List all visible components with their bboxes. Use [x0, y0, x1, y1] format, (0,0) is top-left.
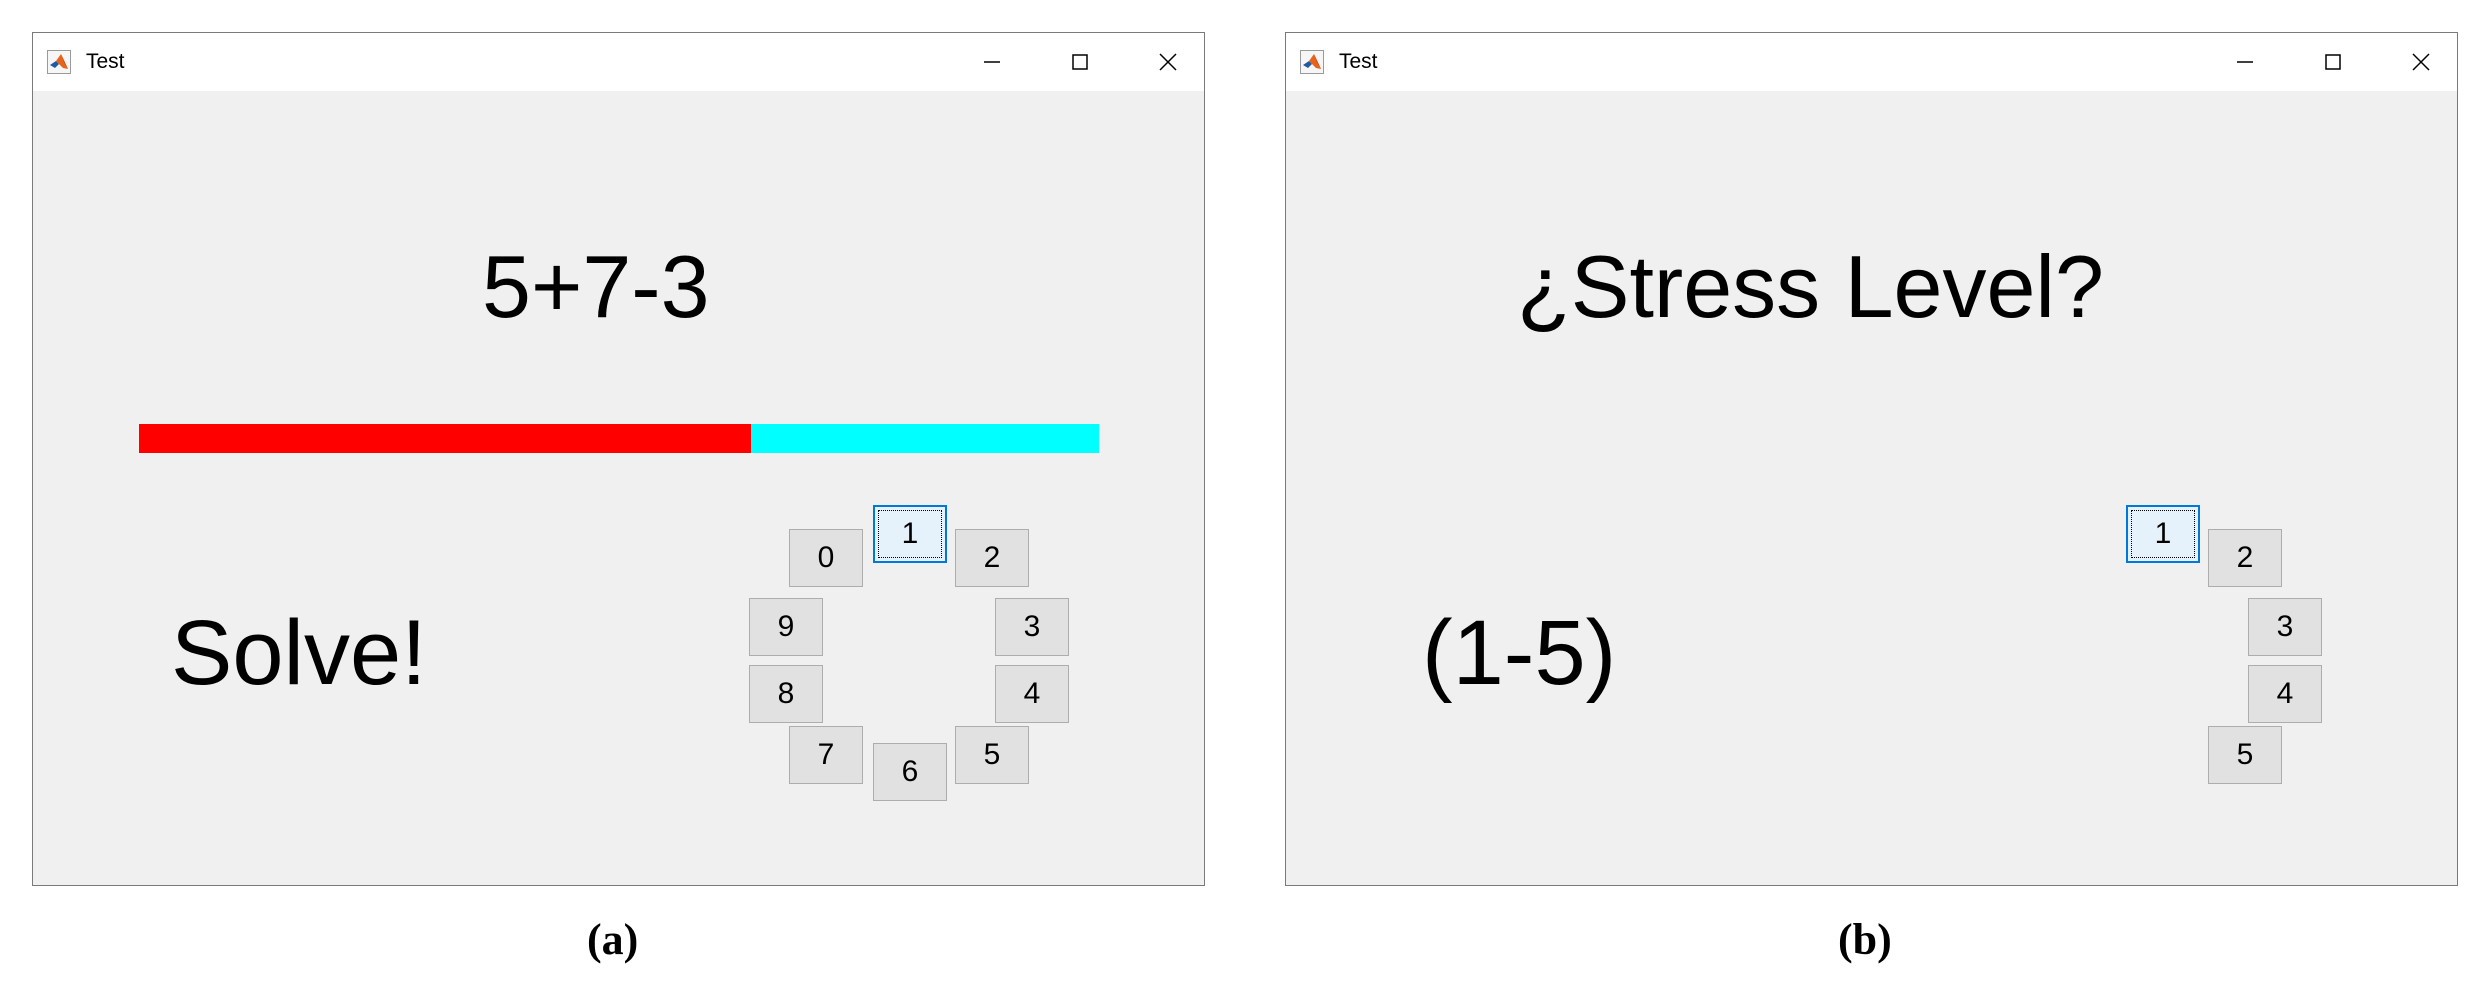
key-8-button[interactable]: 8 — [749, 665, 823, 723]
rating-2-button[interactable]: 2 — [2208, 529, 2282, 587]
key-6-button[interactable]: 6 — [873, 743, 947, 801]
title-bar[interactable]: Test — [1286, 33, 2457, 91]
solve-prompt: Solve! — [171, 602, 427, 704]
close-button[interactable] — [1146, 45, 1190, 79]
key-2-button[interactable]: 2 — [955, 529, 1029, 587]
stress-question: ¿Stress Level? — [1517, 237, 2104, 336]
rating-1-button[interactable]: 1 — [2126, 505, 2200, 563]
key-4-button[interactable]: 4 — [995, 665, 1069, 723]
close-icon — [2412, 53, 2430, 71]
progress-filled — [139, 424, 751, 453]
minimize-button[interactable] — [970, 45, 1014, 79]
matlab-icon — [47, 50, 71, 74]
key-3-button[interactable]: 3 — [995, 598, 1069, 656]
rating-5-button[interactable]: 5 — [2208, 726, 2282, 784]
math-expression: 5+7-3 — [482, 237, 710, 336]
key-5-button[interactable]: 5 — [955, 726, 1029, 784]
maximize-button[interactable] — [1058, 45, 1102, 79]
time-progress-bar — [139, 424, 1099, 453]
key-9-button[interactable]: 9 — [749, 598, 823, 656]
close-button[interactable] — [2399, 45, 2443, 79]
progress-remaining — [750, 424, 1099, 453]
window-b: Test ¿Stress Level? (1-5) 1 2 3 4 5 — [1285, 32, 2458, 886]
minimize-icon — [2237, 61, 2253, 63]
maximize-icon — [2325, 54, 2341, 70]
window-title: Test — [86, 50, 125, 73]
close-icon — [1159, 53, 1177, 71]
scale-range-label: (1-5) — [1422, 602, 1617, 704]
maximize-icon — [1072, 54, 1088, 70]
minimize-button[interactable] — [2223, 45, 2267, 79]
title-bar[interactable]: Test — [33, 33, 1204, 91]
key-0-button[interactable]: 0 — [789, 529, 863, 587]
maximize-button[interactable] — [2311, 45, 2355, 79]
rating-4-button[interactable]: 4 — [2248, 665, 2322, 723]
caption-b: (b) — [1838, 915, 1892, 964]
window-title: Test — [1339, 50, 1378, 73]
window-a: Test 5+7-3 Solve! 0 1 2 3 4 5 6 7 8 9 — [32, 32, 1205, 886]
minimize-icon — [984, 61, 1000, 63]
rating-3-button[interactable]: 3 — [2248, 598, 2322, 656]
key-1-button[interactable]: 1 — [873, 505, 947, 563]
key-7-button[interactable]: 7 — [789, 726, 863, 784]
matlab-icon — [1300, 50, 1324, 74]
caption-a: (a) — [587, 915, 639, 964]
